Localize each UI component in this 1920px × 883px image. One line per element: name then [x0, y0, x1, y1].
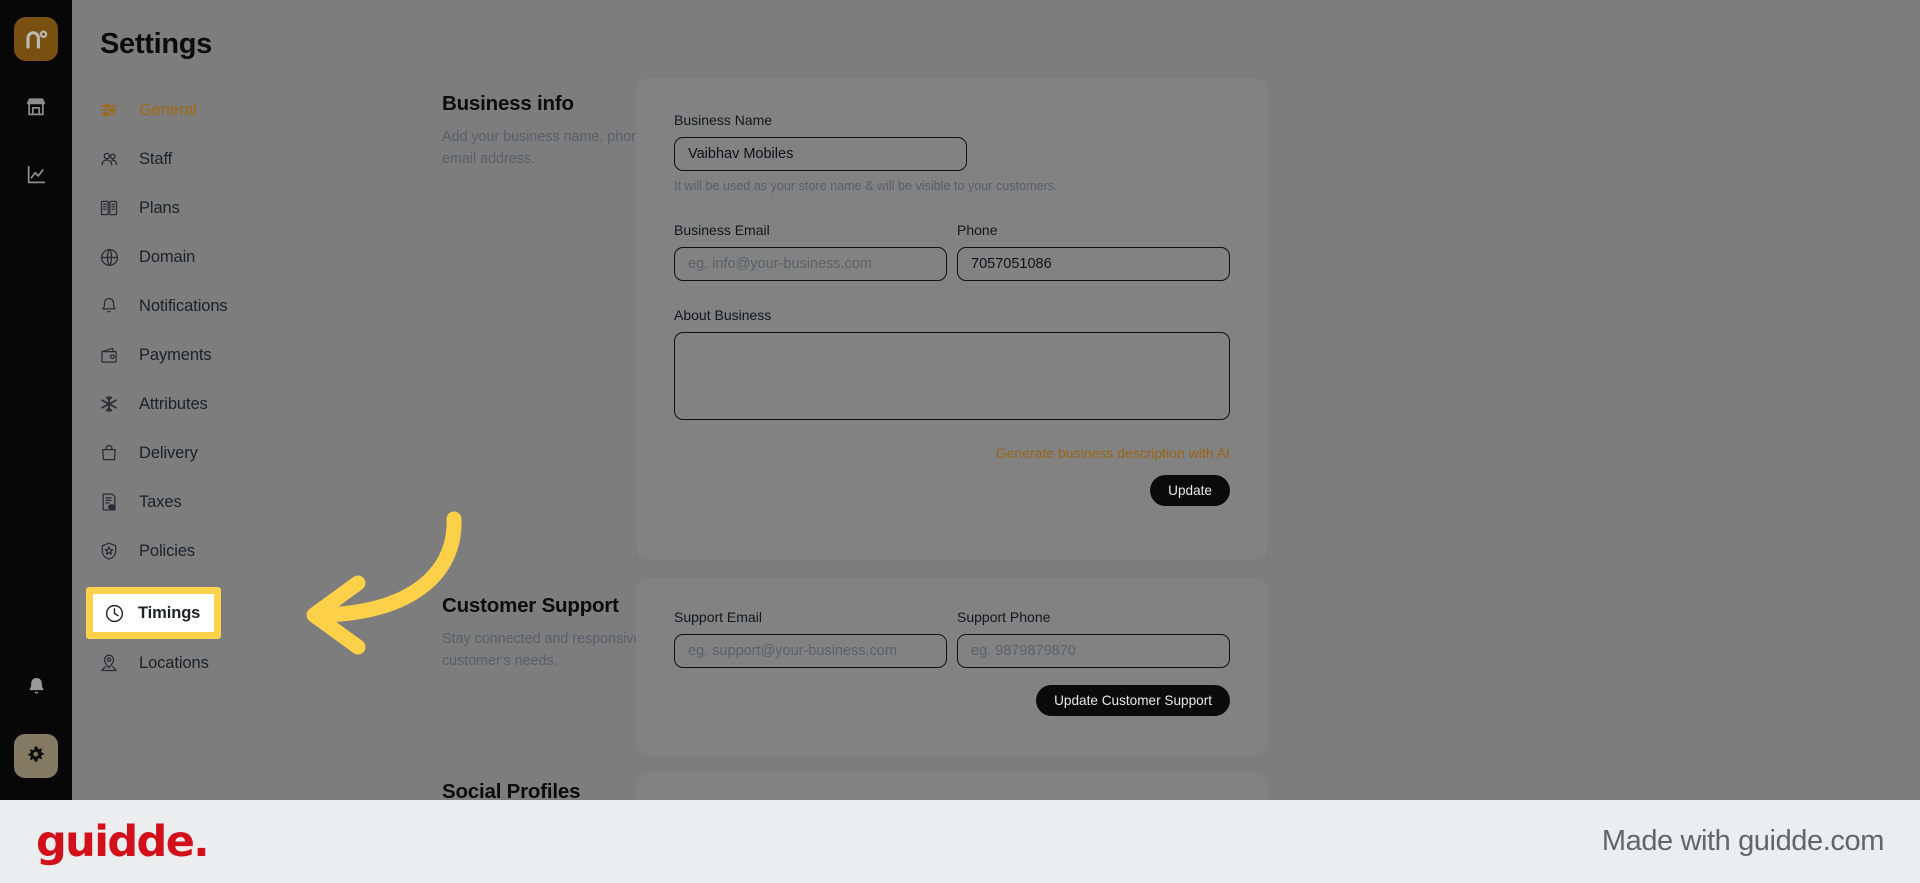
settings-sidebar: Settings General Staff Plans Domain Noti…: [72, 0, 382, 800]
wallet-icon: [98, 344, 120, 366]
sidebar-item-attributes[interactable]: Attributes: [98, 391, 382, 417]
n-degree-logo-icon: [26, 30, 48, 49]
sidebar-item-label: Plans: [139, 198, 180, 217]
settings-nav: General Staff Plans Domain Notifications…: [72, 97, 382, 676]
globe-icon: [98, 246, 120, 268]
business-email-label: Business Email: [674, 222, 770, 238]
shield-icon: [98, 540, 120, 562]
business-info-card: Business Name It will be used as your st…: [636, 78, 1268, 560]
phone-label: Phone: [957, 222, 998, 238]
sidebar-item-label: Notifications: [139, 296, 228, 315]
sidebar-item-label: Payments: [139, 345, 212, 364]
app-page: Settings General Staff Plans Domain Noti…: [0, 0, 1920, 800]
sidebar-item-label: Attributes: [139, 394, 208, 413]
sidebar-item-label: Domain: [139, 247, 196, 266]
social-profiles-card: [636, 772, 1268, 800]
sidebar-item-label: Staff: [139, 149, 173, 168]
sidebar-item-policies[interactable]: Policies: [98, 538, 382, 564]
main-content: Business info Add your business name, ph…: [382, 0, 1920, 800]
sidebar-item-label: Policies: [139, 541, 196, 560]
sidebar-item-label: General: [139, 100, 198, 119]
page-title: Settings: [100, 28, 212, 60]
sidebar-item-locations[interactable]: Locations: [98, 650, 382, 676]
plans-icon: [98, 197, 120, 219]
update-customer-support-button[interactable]: Update Customer Support: [1036, 685, 1230, 716]
rail-item-settings[interactable]: [14, 734, 58, 778]
sidebar-item-label: Timings: [138, 603, 201, 622]
sidebar-item-label: Taxes: [139, 492, 182, 511]
bell-icon: [98, 295, 120, 317]
rail-item-notifications[interactable]: [14, 664, 58, 708]
rail-item-analytics[interactable]: [14, 153, 58, 197]
business-email-input[interactable]: [674, 247, 947, 281]
guidde-logo: guidde.: [36, 816, 210, 867]
map-pin-icon: [98, 652, 120, 674]
business-name-input[interactable]: [674, 137, 967, 171]
sidebar-item-general[interactable]: General: [98, 97, 382, 123]
bell-icon: [29, 677, 43, 693]
sidebar-item-staff[interactable]: Staff: [98, 146, 382, 172]
screenshot-root: Settings General Staff Plans Domain Noti…: [0, 0, 1920, 883]
sidebar-item-plans[interactable]: Plans: [98, 195, 382, 221]
tax-document-icon: [98, 491, 120, 513]
sidebar-item-label: Delivery: [139, 443, 198, 462]
users-icon: [98, 148, 120, 170]
bag-icon: [98, 442, 120, 464]
guidde-footer: guidde. Made with guidde.com: [0, 800, 1920, 883]
about-business-label: About Business: [674, 307, 772, 323]
business-name-label: Business Name: [674, 112, 773, 128]
rail-item-store[interactable]: [14, 85, 58, 129]
rail-bottom-group: [14, 664, 58, 778]
sidebar-item-taxes[interactable]: Taxes: [98, 489, 382, 515]
generate-ai-description-link[interactable]: Generate business description with AI: [674, 445, 1230, 461]
support-phone-label: Support Phone: [957, 609, 1051, 625]
phone-input[interactable]: [957, 247, 1230, 281]
about-business-textarea[interactable]: [674, 332, 1230, 420]
app-logo[interactable]: [14, 17, 58, 61]
sidebar-item-timings[interactable]: Timings: [86, 587, 221, 639]
sliders-icon: [98, 99, 120, 121]
business-email-group: Business Email: [674, 222, 947, 281]
update-business-button[interactable]: Update: [1150, 475, 1230, 506]
sidebar-item-payments[interactable]: Payments: [98, 342, 382, 368]
support-phone-group: Support Phone: [957, 609, 1230, 668]
phone-group: Phone: [957, 222, 1230, 281]
support-email-group: Support Email: [674, 609, 947, 668]
sidebar-item-delivery[interactable]: Delivery: [98, 440, 382, 466]
store-icon: [26, 98, 46, 116]
gear-icon: [28, 746, 44, 762]
business-name-hint: It will be used as your store name & wil…: [674, 179, 1058, 193]
sidebar-item-notifications[interactable]: Notifications: [98, 293, 382, 319]
sidebar-item-domain[interactable]: Domain: [98, 244, 382, 270]
made-with-guidde-text: Made with guidde.com: [1601, 825, 1885, 857]
support-phone-input[interactable]: [957, 634, 1230, 668]
analytics-icon: [27, 165, 46, 184]
asterisk-icon: [98, 393, 120, 415]
support-email-label: Support Email: [674, 609, 762, 625]
support-email-input[interactable]: [674, 634, 947, 668]
sidebar-item-label: Locations: [139, 653, 209, 672]
left-icon-rail: [0, 0, 72, 800]
clock-icon: [103, 602, 125, 624]
customer-support-card: Support Email Support Phone Update Custo…: [636, 578, 1268, 756]
